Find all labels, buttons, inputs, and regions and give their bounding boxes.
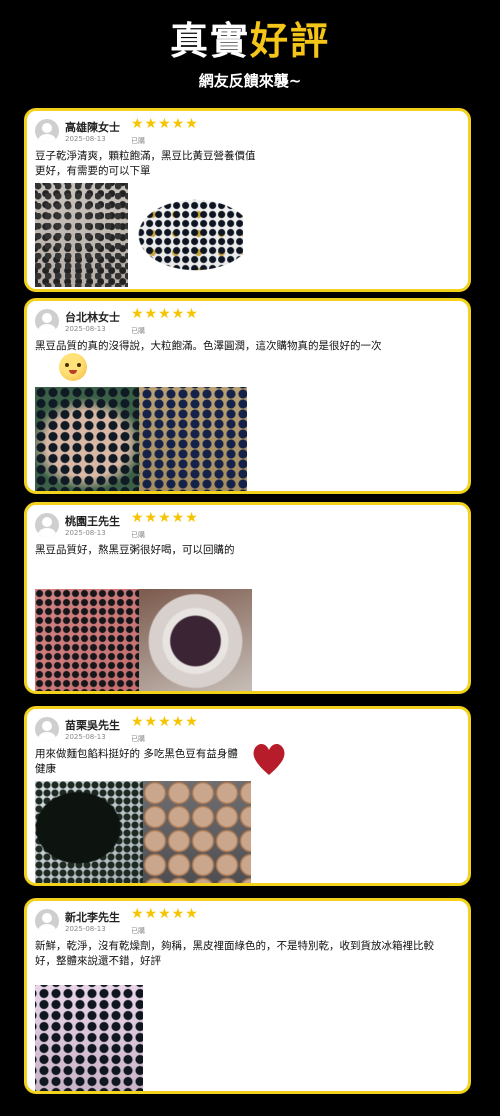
user-row: 高雄陳女士 ★★★★★ 2025-08-13 已購 (35, 116, 455, 147)
review-text: 黑豆品質的真的沒得說，大粒飽滿。色澤圓潤，這次購物真的是很好的一次 (35, 340, 382, 352)
avatar (35, 717, 59, 741)
review-photo[interactable] (139, 387, 247, 491)
review-text: 豆子乾淨清爽，顆粒飽滿，黑豆比黃豆營養價值更好，有需要的可以下單 (35, 150, 256, 177)
review-text: 新鮮，乾淨，沒有乾燥劑，夠稱，黑皮裡面綠色的，不是特別乾，收到貨放冰箱裡比較好，… (35, 940, 434, 967)
purchased-badge: 已購 (131, 327, 145, 335)
review-photo[interactable] (35, 183, 128, 287)
review-card: 桃園王先生 ★★★★★ 2025-08-13 已購 黑豆品質好，熬黑豆粥很好喝，… (24, 502, 471, 694)
review-card: 新北李先生 ★★★★★ 2025-08-13 已購 新鮮，乾淨，沒有乾燥劑，夠稱… (24, 898, 471, 1094)
review-date: 2025-08-13 (65, 135, 106, 143)
page-title: 真實好評 (0, 10, 500, 65)
star-rating: ★★★★★ (131, 510, 199, 526)
user-row: 苗栗吳先生 ★★★★★ 2025-08-13 已購 (35, 714, 455, 745)
review-text: 黑豆品質好，熬黑豆粥很好喝，可以回購的 (35, 544, 235, 556)
review-photo[interactable] (35, 985, 143, 1091)
avatar (35, 909, 59, 933)
review-photo[interactable] (143, 781, 251, 883)
review-photo[interactable] (35, 387, 139, 491)
user-name: 桃園王先生 (65, 515, 120, 528)
avatar (35, 513, 59, 537)
user-name: 苗栗吳先生 (65, 719, 120, 732)
review-card: 台北林女士 ★★★★★ 2025-08-13 已購 黑豆品質的真的沒得說，大粒飽… (24, 298, 471, 494)
title-part-2: 好評 (250, 19, 331, 63)
review-date: 2025-08-13 (65, 733, 106, 741)
smile-emoji-icon (59, 353, 87, 381)
review-card: 苗栗吳先生 ★★★★★ 2025-08-13 已購 用來做麵包餡料挺好的 多吃黑… (24, 706, 471, 886)
avatar (35, 309, 59, 333)
user-row: 台北林女士 ★★★★★ 2025-08-13 已購 (35, 306, 455, 337)
review-photo[interactable] (35, 781, 143, 883)
user-row: 新北李先生 ★★★★★ 2025-08-13 已購 (35, 906, 455, 937)
title-part-1: 真實 (169, 19, 250, 63)
purchased-badge: 已購 (131, 735, 145, 743)
review-date: 2025-08-13 (65, 925, 106, 933)
heart-icon (253, 744, 285, 775)
avatar (35, 119, 59, 143)
review-card: 高雄陳女士 ★★★★★ 2025-08-13 已購 豆子乾淨清爽，顆粒飽滿，黑豆… (24, 108, 471, 292)
review-photo[interactable] (137, 183, 243, 287)
user-name: 台北林女士 (65, 311, 120, 324)
star-rating: ★★★★★ (131, 714, 199, 730)
review-photo[interactable] (139, 589, 252, 691)
user-name: 高雄陳女士 (65, 121, 120, 134)
review-photo[interactable] (35, 589, 139, 691)
page-subtitle: 網友反饋來襲~ (198, 72, 302, 90)
star-rating: ★★★★★ (131, 306, 199, 322)
review-date: 2025-08-13 (65, 529, 106, 537)
review-text: 用來做麵包餡料挺好的 多吃黑色豆有益身體健康 (35, 748, 238, 775)
header: 真實好評 網友反饋來襲~ (0, 0, 500, 100)
user-name: 新北李先生 (65, 911, 120, 924)
star-rating: ★★★★★ (131, 906, 199, 922)
user-row: 桃園王先生 ★★★★★ 2025-08-13 已購 (35, 510, 455, 541)
review-date: 2025-08-13 (65, 325, 106, 333)
purchased-badge: 已購 (131, 927, 145, 935)
purchased-badge: 已購 (131, 137, 145, 145)
purchased-badge: 已購 (131, 531, 145, 539)
star-rating: ★★★★★ (131, 116, 199, 132)
